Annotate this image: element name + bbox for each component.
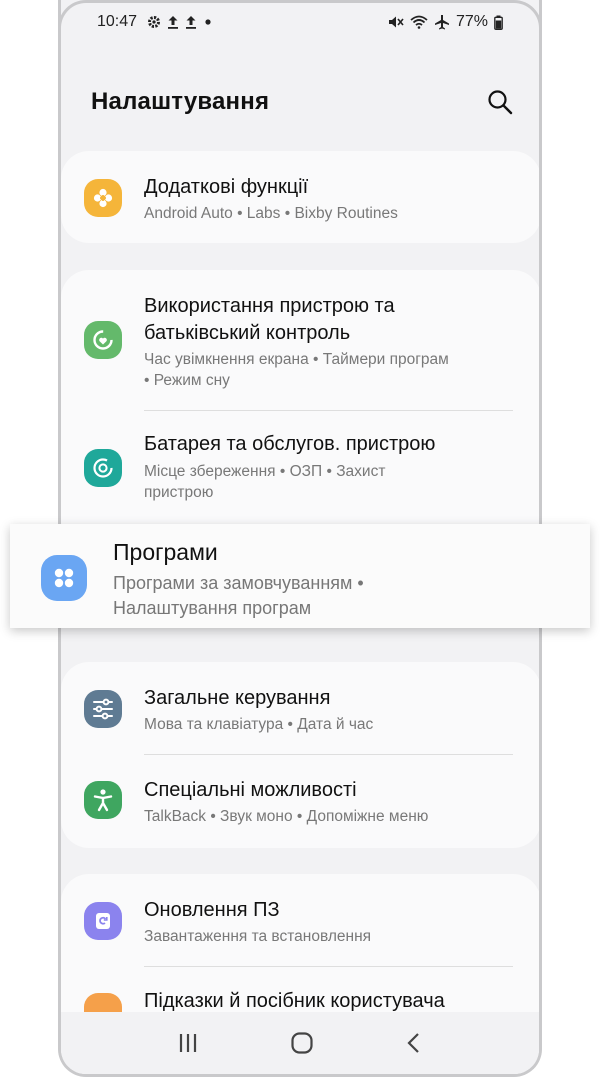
settings-item-general-management[interactable]: Загальне керування Мова та клавіатура • … — [61, 662, 539, 754]
back-icon[interactable] — [405, 1031, 423, 1055]
recent-apps-icon[interactable] — [177, 1032, 199, 1054]
navigation-bar — [61, 1012, 539, 1074]
item-title: Програми — [113, 539, 218, 565]
card-general: Загальне керування Мова та клавіатура • … — [61, 662, 539, 848]
apps-icon — [41, 555, 87, 601]
device-care-icon — [84, 449, 122, 487]
item-subtitle-line2: • Режим сну — [144, 372, 230, 389]
battery-icon — [494, 15, 503, 30]
mute-icon — [388, 16, 404, 28]
item-title: Додаткові функції — [144, 176, 309, 198]
item-subtitle-line1: Час увімкнення екрана • Таймери програм — [144, 351, 449, 368]
item-subtitle-line2: пристрою — [144, 484, 214, 501]
item-title-line1: Використання пристрою та — [144, 295, 395, 317]
home-icon[interactable] — [290, 1031, 314, 1055]
item-subtitle: TalkBack • Звук моно • Допоміжне меню — [144, 808, 429, 825]
item-subtitle: Android Auto • Labs • Bixby Routines — [144, 205, 398, 222]
settings-item-accessibility[interactable]: Спеціальні можливості TalkBack • Звук мо… — [61, 755, 539, 847]
item-subtitle-line2: Налаштування програм — [113, 598, 312, 618]
settings-item-battery-care[interactable]: Батарея та обслугов. пристрою Місце збер… — [61, 411, 539, 523]
item-subtitle-line1: Програми за замовчуванням • — [113, 573, 364, 593]
item-subtitle: Завантаження та встановлення — [144, 928, 372, 945]
card-advanced: Додаткові функції Android Auto • Labs • … — [61, 151, 539, 243]
notification-dot-icon — [205, 19, 211, 25]
item-title: Спеціальні можливості — [144, 779, 357, 801]
settings-item-apps[interactable]: Програми Програми за замовчуванням • Нал… — [10, 524, 590, 628]
accessibility-icon — [84, 781, 122, 819]
settings-item-advanced-features[interactable]: Додаткові функції Android Auto • Labs • … — [61, 151, 539, 243]
general-management-icon — [84, 690, 122, 728]
item-title: Загальне керування — [144, 687, 331, 709]
item-subtitle: Мова та клавіатура • Дата й час — [144, 716, 374, 733]
settings-item-digital-wellbeing[interactable]: Використання пристрою та батьківський ко… — [61, 270, 539, 410]
item-title: Батарея та обслугов. пристрою — [144, 433, 436, 455]
upload-icon — [168, 16, 179, 29]
item-title: Підказки й посібник користувача — [144, 990, 445, 1012]
wifi-icon — [410, 15, 428, 29]
software-update-icon — [84, 902, 122, 940]
upload-icon — [186, 16, 197, 29]
card-device: Використання пристрою та батьківський ко… — [61, 270, 539, 550]
advanced-features-icon — [84, 179, 122, 217]
status-time: 10:47 — [97, 13, 138, 30]
settings-gear-icon — [148, 16, 161, 28]
airplane-mode-icon — [434, 15, 449, 30]
item-title: Оновлення ПЗ — [144, 899, 280, 921]
page-title: Налаштування — [91, 88, 270, 115]
battery-percent: 77% — [455, 13, 488, 30]
digital-wellbeing-icon — [84, 321, 122, 359]
item-subtitle-line1: Місце збереження • ОЗП • Захист — [144, 463, 386, 480]
settings-item-software-update[interactable]: Оновлення ПЗ Завантаження та встановленн… — [61, 874, 539, 966]
status-bar: 10:47 77% — [97, 10, 503, 34]
item-title-line2: батьківський контроль — [144, 322, 351, 344]
search-icon[interactable] — [487, 89, 513, 115]
